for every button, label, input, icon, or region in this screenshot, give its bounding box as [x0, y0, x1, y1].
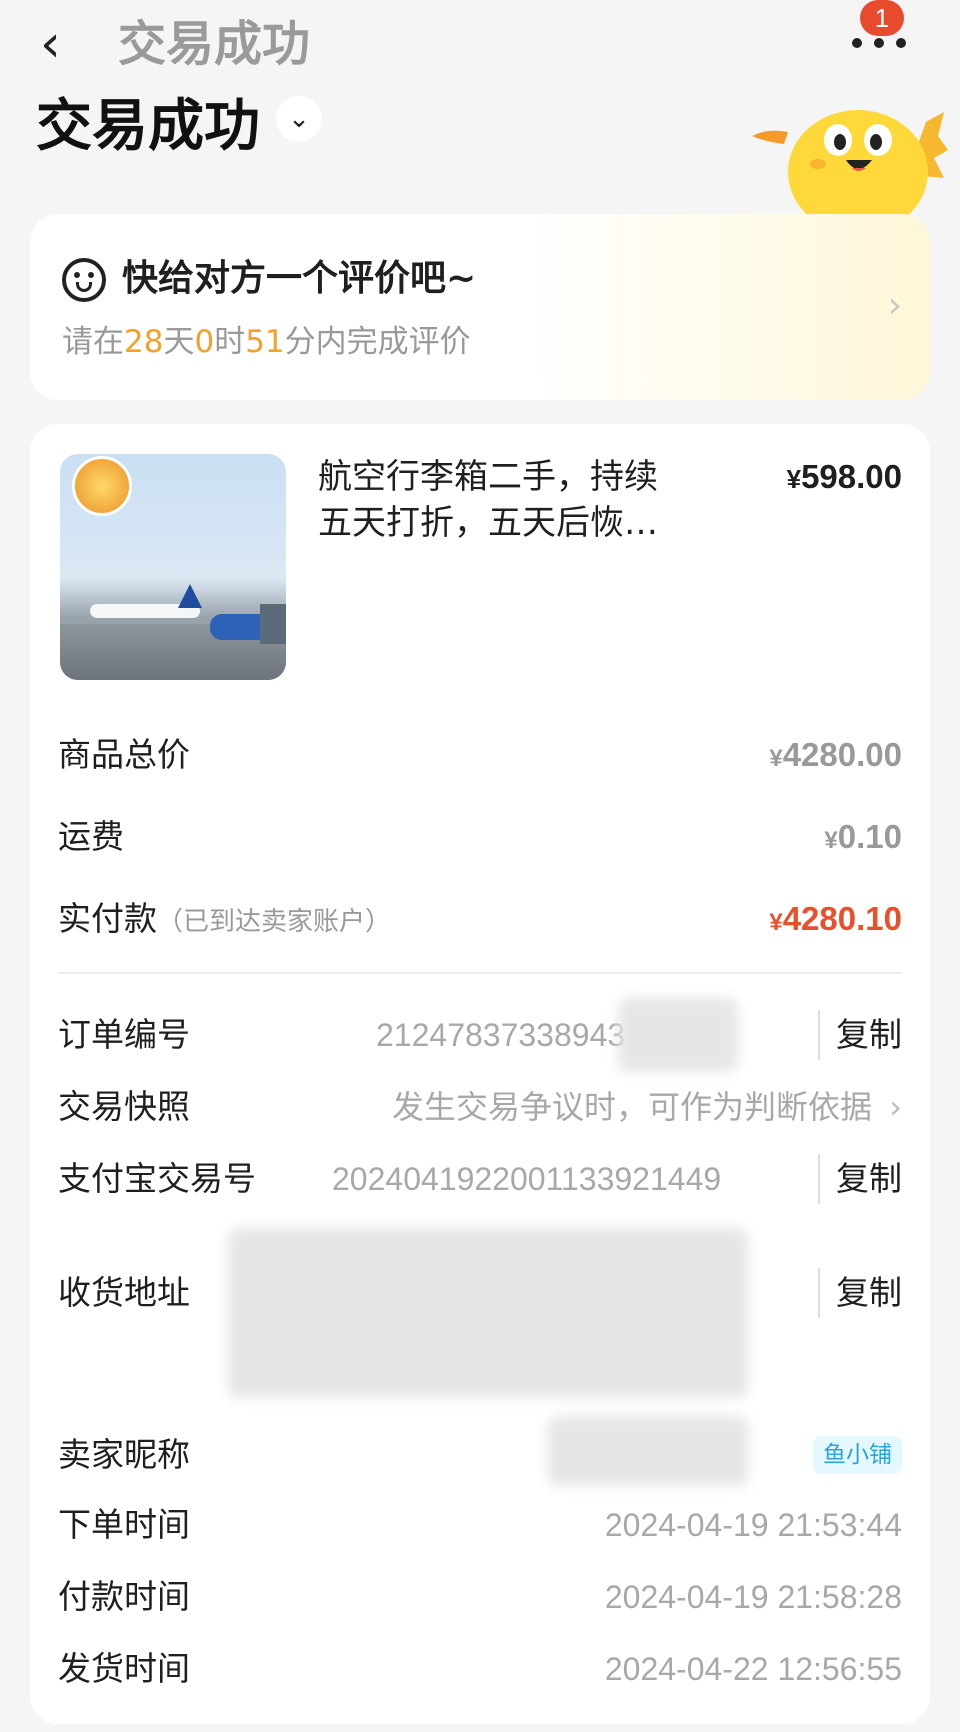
review-title: 快给对方一个评价吧~: [122, 258, 477, 299]
alipay-label: 支付宝交易号: [58, 1159, 256, 1198]
shipping-row: 运费 ¥0.10: [58, 812, 902, 862]
pay-time-label: 付款时间: [58, 1577, 190, 1616]
review-reminder-card[interactable]: 快给对方一个评价吧~ 请在28天0时51分内完成评价 ›: [30, 214, 930, 400]
total-price-row: 商品总价 ¥4280.00: [58, 730, 902, 780]
seller-label: 卖家昵称: [58, 1435, 190, 1474]
snapshot-value: 发生交易争议时，可作为判断依据: [391, 1089, 872, 1125]
paid-note: （已到达卖家账户）: [157, 907, 392, 937]
paid-label-text: 实付款: [58, 899, 157, 938]
alipay-row: 支付宝交易号 20240419220011339214​49 复制: [58, 1154, 902, 1204]
countdown-days-unit: 天: [163, 324, 195, 360]
item-thumbnail[interactable]: [60, 454, 286, 680]
chevron-right-icon: ›: [889, 1088, 902, 1126]
notification-badge: 1: [860, 0, 904, 36]
copy-address-button[interactable]: 复制: [818, 1268, 902, 1318]
address-label: 收货地址: [58, 1273, 190, 1312]
address-row: 收货地址 复制: [58, 1228, 902, 1398]
countdown-minutes: 51: [245, 324, 285, 360]
more-dot: [896, 38, 906, 48]
back-button[interactable]: ‹: [40, 14, 80, 74]
snapshot-row[interactable]: 交易快照 发生交易争议时，可作为判断依据 ›: [58, 1082, 902, 1132]
item-title[interactable]: 航空行李箱二手，持续五天打折，五天后恢复原…: [318, 454, 678, 546]
airplane-tail-shape: [178, 584, 202, 608]
total-price-value: ¥4280.00: [769, 730, 902, 784]
pay-time-row: 付款时间 2024-04-19 21:58:28: [58, 1572, 902, 1622]
chevron-down-icon: ⌄: [288, 104, 310, 134]
shipping-value: ¥0.10: [824, 812, 902, 866]
nav-bar: ‹ 交易成功 1: [0, 0, 960, 90]
shop-logo-icon: [72, 456, 132, 516]
total-price-label: 商品总价: [58, 735, 190, 774]
chevron-right-icon: ›: [887, 285, 902, 326]
redacted-area: [548, 1416, 748, 1486]
countdown-hours: 0: [194, 324, 215, 360]
shipping-currency: ¥: [824, 827, 838, 854]
total-price-currency: ¥: [769, 745, 783, 772]
order-number-value: 21247837338943: [376, 1017, 626, 1053]
face-eye: [74, 272, 80, 278]
seller-tag-badge: 鱼小铺: [813, 1436, 902, 1474]
jet-bridge-shape: [260, 604, 286, 644]
chevron-left-icon: ‹: [40, 14, 61, 74]
face-eye: [88, 272, 94, 278]
order-number-label: 订单编号: [58, 1015, 190, 1054]
countdown-prefix: 请在: [62, 324, 124, 360]
redacted-area: [228, 1228, 748, 1398]
paid-amount: 4280.10: [782, 900, 902, 937]
order-status-title: 交易成功: [36, 94, 260, 159]
pay-time-value: 2024-04-19 21:58:28: [604, 1579, 902, 1615]
copy-order-number-button[interactable]: 复制: [818, 1010, 902, 1060]
paid-currency: ¥: [769, 909, 783, 936]
paid-row: 实付款（已到达卖家账户） ¥4280.10: [58, 894, 902, 944]
yellow-fish-mascot-icon: [752, 110, 948, 222]
review-countdown: 请在28天0时51分内完成评价: [62, 320, 471, 364]
paid-value: ¥4280.10: [769, 894, 902, 948]
status-toggle-button[interactable]: ⌄: [276, 96, 322, 142]
total-price-amount: 4280.00: [782, 736, 902, 773]
countdown-hours-unit: 时: [214, 324, 246, 360]
seller-row: 卖家昵称 鱼小铺: [58, 1416, 902, 1486]
divider: [58, 972, 902, 974]
alipay-value: 20240419220011339214​49: [332, 1161, 722, 1197]
ship-time-value: 2024-04-22 12:56:55: [604, 1651, 902, 1687]
order-detail-page: ‹ 交易成功 1 交易成功 ⌄ 快给对方一个评价吧~ 请在28天0时51分内完成…: [0, 0, 960, 1732]
shipping-label: 运费: [58, 817, 124, 856]
face-mouth: [76, 282, 92, 292]
order-time-row: 下单时间 2024-04-19 21:53:44: [58, 1500, 902, 1550]
shipping-amount: 0.10: [837, 818, 902, 855]
more-dots-icon: [852, 38, 862, 48]
countdown-suffix: 分内完成评价: [284, 324, 471, 360]
order-card: 航空行李箱二手，持续五天打折，五天后恢复原… ¥598.00 商品总价 ¥428…: [30, 424, 930, 1724]
snapshot-label: 交易快照: [58, 1087, 190, 1126]
face-icon: [62, 258, 106, 302]
order-time-label: 下单时间: [58, 1505, 190, 1544]
more-dot: [874, 38, 884, 48]
ship-time-row: 发货时间 2024-04-22 12:56:55: [58, 1644, 902, 1694]
copy-alipay-button[interactable]: 复制: [818, 1154, 902, 1204]
order-number-row: 订单编号 21247837338943 复制: [58, 998, 902, 1072]
item-price: ¥598.00: [787, 454, 902, 502]
redacted-area: [618, 998, 738, 1072]
item-price-currency: ¥: [786, 464, 802, 494]
order-time-value: 2024-04-19 21:53:44: [604, 1507, 902, 1543]
nav-title: 交易成功: [118, 16, 311, 72]
countdown-days: 28: [124, 324, 164, 360]
item-price-value: 598.00: [801, 458, 902, 495]
ship-time-label: 发货时间: [58, 1649, 190, 1688]
paid-label: 实付款（已到达卖家账户）: [58, 894, 391, 947]
